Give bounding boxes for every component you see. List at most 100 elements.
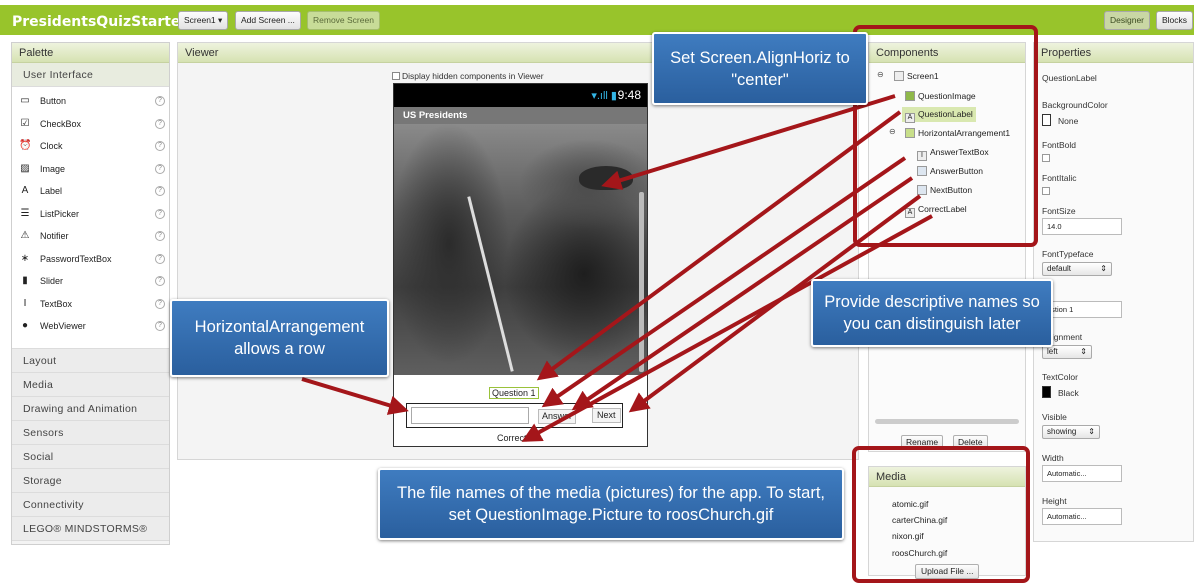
help-icon[interactable]: ?	[155, 208, 165, 219]
palette-item-label: ListPicker	[40, 208, 80, 219]
help-icon[interactable]: ?	[155, 276, 165, 286]
visible-select[interactable]: showing ⇕	[1042, 425, 1100, 439]
palette-category-user-interface[interactable]: User Interface	[12, 63, 169, 87]
question-label[interactable]: Question 1	[489, 387, 539, 399]
media-file[interactable]: roosChurch.gif	[892, 548, 947, 558]
photo-cane	[467, 196, 514, 372]
palette-header: Palette	[12, 43, 169, 63]
help-icon[interactable]: ?	[155, 298, 165, 309]
slider-icon: ▮	[22, 275, 28, 286]
palette-item-label: Image	[40, 163, 66, 174]
textalignment-select[interactable]: left ⇕	[1042, 345, 1092, 359]
fonttypeface-label: FontTypeface	[1042, 249, 1094, 259]
visible-label: Visible	[1042, 412, 1067, 422]
answer-button[interactable]: Answer	[538, 409, 577, 424]
palette-item-checkbox[interactable]: ☑ CheckBox?	[12, 113, 169, 136]
fontitalic-checkbox[interactable]	[1042, 187, 1050, 195]
question-image[interactable]	[394, 124, 647, 375]
collapse-screen1-icon[interactable]: ⊖	[877, 70, 884, 79]
palette-item-label: Clock	[40, 141, 63, 151]
backgroundcolor-label: BackgroundColor	[1042, 100, 1108, 110]
palette-category[interactable]: LEGO® MINDSTORMS®	[12, 517, 169, 541]
add-screen-button[interactable]: Add Screen ...	[235, 11, 301, 30]
collapse-harrangement-icon[interactable]: ⊖	[889, 127, 896, 136]
media-file[interactable]: atomic.gif	[892, 499, 928, 509]
palette-item-image[interactable]: ▨ Image?	[12, 158, 169, 181]
height-input[interactable]: Automatic...	[1042, 508, 1122, 525]
media-file[interactable]: nixon.gif	[892, 531, 924, 541]
help-icon[interactable]: ?	[155, 321, 165, 331]
components-scrollbar[interactable]	[875, 419, 1019, 424]
help-icon[interactable]: ?	[155, 96, 165, 106]
palette-category[interactable]: Connectivity	[12, 493, 169, 517]
palette-item-notifier[interactable]: ⚠ Notifier?	[12, 225, 169, 248]
palette-item-button[interactable]: ▭ Button?	[12, 90, 169, 113]
textcolor-swatch[interactable]	[1042, 386, 1051, 398]
button-icon	[917, 185, 927, 195]
components-header: Components	[869, 43, 1025, 63]
fonttypeface-select[interactable]: default ⇕	[1042, 262, 1112, 276]
palette-item-slider[interactable]: ▮ Slider?	[12, 270, 169, 293]
palette-item-label: Button	[40, 96, 67, 106]
blocks-button[interactable]: Blocks	[1156, 11, 1194, 30]
palette-item-label: CheckBox	[40, 118, 82, 129]
tree-item-screen1[interactable]: Screen1	[894, 69, 939, 84]
remove-screen-button[interactable]: Remove Screen	[307, 11, 380, 30]
tree-item-nextbutton[interactable]: NextButton	[917, 183, 972, 198]
fontsize-label: FontSize	[1042, 206, 1076, 216]
help-icon[interactable]: ?	[155, 186, 165, 196]
tree-item-questionimage[interactable]: QuestionImage	[905, 89, 976, 104]
answer-textbox[interactable]	[411, 407, 529, 424]
text-input[interactable]: estion 1	[1042, 301, 1122, 318]
phone-scrollbar[interactable]	[639, 192, 644, 372]
tree-item-horizontalarrangement1[interactable]: HorizontalArrangement1	[905, 126, 1010, 141]
rename-button[interactable]: Rename	[901, 435, 944, 450]
fontsize-input[interactable]: 14.0	[1042, 218, 1122, 235]
backgroundcolor-swatch[interactable]	[1042, 114, 1051, 126]
delete-button[interactable]: Delete	[953, 435, 988, 450]
backgroundcolor-value[interactable]: None	[1058, 116, 1078, 126]
designer-button[interactable]: Designer	[1104, 11, 1151, 30]
media-panel: Media atomic.gif carterChina.gif nixon.g…	[868, 466, 1026, 579]
media-file[interactable]: carterChina.gif	[892, 515, 947, 525]
palette-item-textbox[interactable]: I TextBox?	[12, 293, 169, 316]
tree-item-correctlabel[interactable]: A CorrectLabel	[905, 202, 967, 218]
horizontal-arrangement[interactable]: Answer Next	[406, 403, 623, 428]
palette-category[interactable]: Layout	[12, 349, 169, 373]
width-input[interactable]: Automatic...	[1042, 465, 1122, 482]
fontbold-checkbox[interactable]	[1042, 154, 1050, 162]
screen-icon	[894, 71, 904, 81]
palette-item-webviewer[interactable]: ● WebViewer?	[12, 315, 169, 338]
help-icon[interactable]: ?	[155, 163, 165, 174]
tree-item-answertextbox[interactable]: I AnswerTextBox	[917, 145, 989, 161]
screen-select-dropdown[interactable]: Screen1 ▾	[178, 11, 229, 30]
next-button[interactable]: Next	[592, 408, 621, 423]
palette-category[interactable]: Sensors	[12, 421, 169, 445]
palette-item-label: Label	[40, 186, 63, 196]
help-icon[interactable]: ?	[155, 231, 165, 241]
help-icon[interactable]: ?	[155, 141, 165, 151]
palette-item-passwordtextbox[interactable]: ∗ PasswordTextBox?	[12, 248, 169, 271]
palette-category[interactable]: Social	[12, 445, 169, 469]
tree-item-answerbutton[interactable]: AnswerButton	[917, 164, 983, 179]
palette-category[interactable]: Storage	[12, 469, 169, 493]
media-header: Media	[869, 467, 1025, 487]
project-title: PresidentsQuizStarter	[12, 14, 188, 30]
screen-title-bar: US Presidents	[394, 107, 647, 124]
help-icon[interactable]: ?	[155, 118, 165, 129]
chevron-updown-icon: ⇕	[1080, 347, 1087, 356]
correct-label[interactable]: Correct!	[497, 433, 529, 443]
palette-item-listpicker[interactable]: ☰ ListPicker?	[12, 203, 169, 226]
checkbox-box[interactable]	[392, 72, 400, 80]
phone-preview: ▾.ıll ▮ 9:48 US Presidents Question 1 An…	[393, 83, 648, 447]
palette-item-clock[interactable]: ⏰ Clock?	[12, 135, 169, 158]
tree-item-questionlabel[interactable]: A QuestionLabel	[902, 107, 976, 123]
palette-category[interactable]: Media	[12, 373, 169, 397]
clock-icon: ⏰	[19, 140, 32, 151]
palette-category[interactable]: Drawing and Animation	[12, 397, 169, 421]
palette-item-label[interactable]: A Label?	[12, 180, 169, 203]
textcolor-value[interactable]: Black	[1058, 388, 1079, 398]
display-hidden-checkbox[interactable]: Display hidden components in Viewer	[392, 71, 544, 81]
upload-file-button[interactable]: Upload File ...	[915, 564, 980, 579]
help-icon[interactable]: ?	[155, 253, 165, 264]
